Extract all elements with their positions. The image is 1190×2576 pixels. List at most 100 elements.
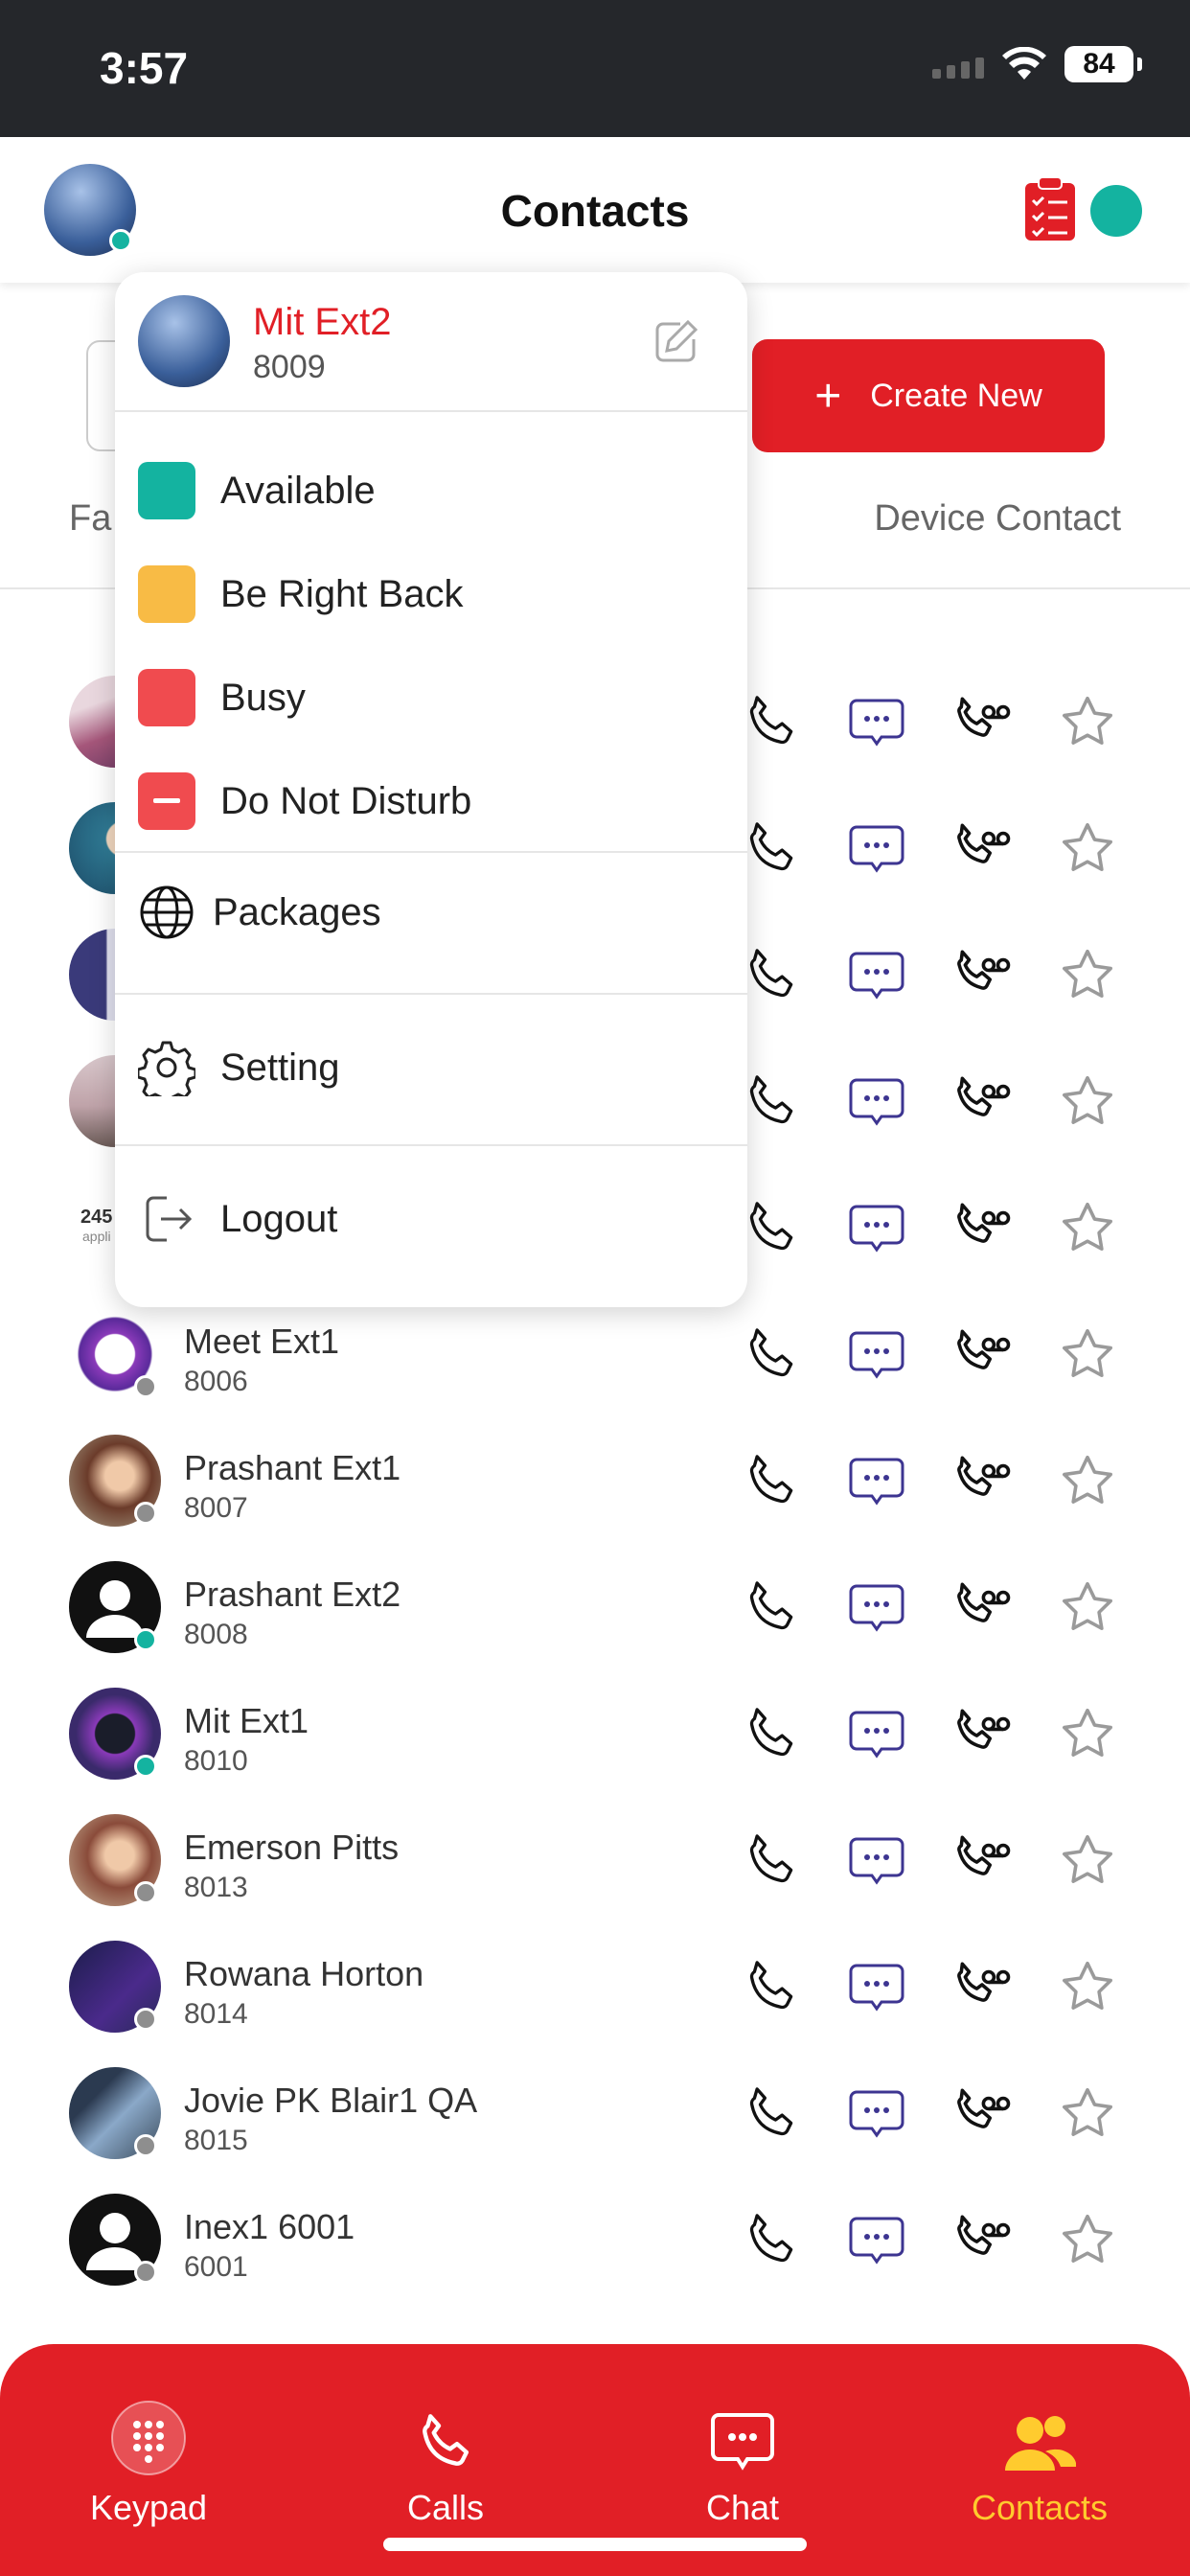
- message-icon[interactable]: [845, 2209, 908, 2272]
- plus-icon: +: [814, 370, 842, 422]
- menu-packages[interactable]: Packages: [138, 884, 381, 941]
- voicemail-call-icon[interactable]: [950, 1323, 1014, 1387]
- voicemail-call-icon[interactable]: [950, 1450, 1014, 1513]
- contact-actions: [740, 1197, 1119, 1260]
- voicemail-call-icon[interactable]: [950, 691, 1014, 754]
- favorite-star-icon[interactable]: [1056, 1323, 1119, 1387]
- favorite-star-icon[interactable]: [1056, 2209, 1119, 2272]
- call-icon[interactable]: [740, 2082, 803, 2146]
- be-right-back-swatch: [138, 565, 195, 623]
- call-icon[interactable]: [740, 2209, 803, 2272]
- tab-device-contact[interactable]: Device Contact: [874, 498, 1121, 540]
- status-brb-label: Be Right Back: [220, 572, 464, 615]
- status-indicators: 84: [932, 46, 1142, 82]
- contact-extension: 8013: [184, 1872, 248, 1903]
- favorite-star-icon[interactable]: [1056, 1576, 1119, 1640]
- call-icon[interactable]: [740, 1070, 803, 1134]
- voicemail-call-icon[interactable]: [950, 817, 1014, 881]
- favorite-star-icon[interactable]: [1056, 691, 1119, 754]
- message-icon[interactable]: [845, 1956, 908, 2019]
- nav-keypad[interactable]: Keypad: [53, 2401, 244, 2528]
- call-icon[interactable]: [740, 817, 803, 881]
- clipboard-icon[interactable]: [1023, 175, 1077, 242]
- favorite-star-icon[interactable]: [1056, 1829, 1119, 1893]
- call-icon[interactable]: [740, 1829, 803, 1893]
- favorite-star-icon[interactable]: [1056, 1956, 1119, 2019]
- favorite-star-icon[interactable]: [1056, 817, 1119, 881]
- contact-row[interactable]: Prashant Ext2 8008: [0, 1542, 1190, 1668]
- nav-contacts[interactable]: Contacts: [944, 2402, 1135, 2528]
- contact-row[interactable]: Prashant Ext1 8007: [0, 1415, 1190, 1542]
- contact-row[interactable]: Mit Ext1 8010: [0, 1668, 1190, 1795]
- call-icon[interactable]: [740, 1576, 803, 1640]
- contact-name: Prashant Ext2: [184, 1575, 401, 1614]
- call-icon[interactable]: [740, 1450, 803, 1513]
- voicemail-call-icon[interactable]: [950, 1197, 1014, 1260]
- message-icon[interactable]: [845, 1070, 908, 1134]
- nav-chat[interactable]: Chat: [647, 2402, 838, 2528]
- header-status-indicator[interactable]: [1090, 185, 1142, 237]
- voicemail-call-icon[interactable]: [950, 2082, 1014, 2146]
- voicemail-call-icon[interactable]: [950, 944, 1014, 1007]
- create-new-button[interactable]: + Create New: [752, 339, 1105, 452]
- contact-name: Prashant Ext1: [184, 1448, 401, 1487]
- favorite-star-icon[interactable]: [1056, 1197, 1119, 1260]
- contact-row[interactable]: Inex1 6001 6001: [0, 2174, 1190, 2301]
- message-icon[interactable]: [845, 691, 908, 754]
- profile-menu-popup: Mit Ext2 8009 Available Be Right Back Bu…: [115, 272, 747, 1307]
- favorite-star-icon[interactable]: [1056, 944, 1119, 1007]
- message-icon[interactable]: [845, 1197, 908, 1260]
- phone-icon: [423, 2414, 469, 2466]
- status-time: 3:57: [100, 43, 189, 93]
- globe-icon: [140, 886, 194, 939]
- voicemail-call-icon[interactable]: [950, 1703, 1014, 1766]
- message-icon[interactable]: [845, 1703, 908, 1766]
- favorite-star-icon[interactable]: [1056, 1703, 1119, 1766]
- menu-logout[interactable]: Logout: [138, 1190, 337, 1248]
- voicemail-call-icon[interactable]: [950, 1576, 1014, 1640]
- chat-icon: [711, 2413, 774, 2471]
- nav-keypad-label: Keypad: [89, 2488, 208, 2527]
- contact-actions: [740, 1829, 1119, 1893]
- message-icon[interactable]: [845, 1576, 908, 1640]
- contact-actions: [740, 817, 1119, 881]
- status-do-not-disturb[interactable]: Do Not Disturb: [138, 772, 471, 830]
- contact-row[interactable]: Rowana Horton 8014: [0, 1921, 1190, 2048]
- logout-icon: [146, 1196, 193, 1242]
- call-icon[interactable]: [740, 944, 803, 1007]
- voicemail-call-icon[interactable]: [950, 1070, 1014, 1134]
- message-icon[interactable]: [845, 1829, 908, 1893]
- message-icon[interactable]: [845, 1323, 908, 1387]
- tab-favourites[interactable]: Fa: [69, 498, 111, 540]
- status-be-right-back[interactable]: Be Right Back: [138, 565, 463, 623]
- contact-extension: 6001: [184, 2251, 248, 2283]
- message-icon[interactable]: [845, 1450, 908, 1513]
- contact-row[interactable]: Meet Ext1 8006: [0, 1289, 1190, 1415]
- status-available[interactable]: Available: [138, 462, 376, 519]
- status-busy[interactable]: Busy: [138, 669, 306, 726]
- call-icon[interactable]: [740, 1703, 803, 1766]
- message-icon[interactable]: [845, 944, 908, 1007]
- contact-actions: [740, 691, 1119, 754]
- popup-divider: [115, 851, 747, 853]
- contacts-people-icon: [1005, 2416, 1076, 2471]
- voicemail-call-icon[interactable]: [950, 1956, 1014, 2019]
- call-icon[interactable]: [740, 691, 803, 754]
- edit-icon[interactable]: [652, 318, 699, 366]
- contact-row[interactable]: Emerson Pitts 8013: [0, 1795, 1190, 1921]
- status-dnd-label: Do Not Disturb: [220, 779, 472, 822]
- voicemail-call-icon[interactable]: [950, 1829, 1014, 1893]
- favorite-star-icon[interactable]: [1056, 1070, 1119, 1134]
- call-icon[interactable]: [740, 1323, 803, 1387]
- nav-calls[interactable]: Calls: [350, 2402, 541, 2528]
- favorite-star-icon[interactable]: [1056, 2082, 1119, 2146]
- contact-row[interactable]: Jovie PK Blair1 QA 8015: [0, 2048, 1190, 2174]
- message-icon[interactable]: [845, 817, 908, 881]
- favorite-star-icon[interactable]: [1056, 1450, 1119, 1513]
- voicemail-call-icon[interactable]: [950, 2209, 1014, 2272]
- call-icon[interactable]: [740, 1956, 803, 2019]
- menu-setting[interactable]: Setting: [138, 1039, 340, 1096]
- call-icon[interactable]: [740, 1197, 803, 1260]
- message-icon[interactable]: [845, 2082, 908, 2146]
- contact-actions: [740, 1956, 1119, 2019]
